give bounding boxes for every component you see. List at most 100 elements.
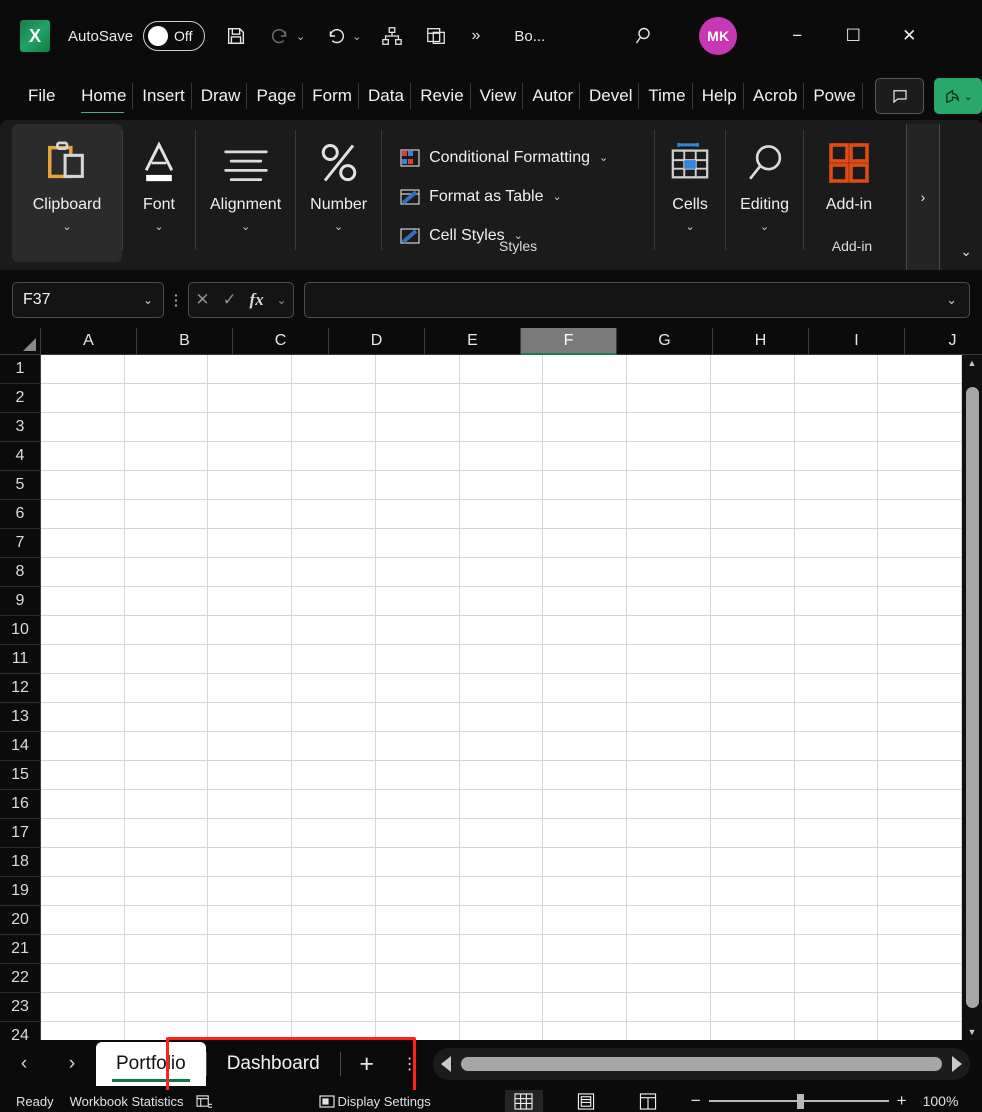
grid-cell[interactable] (292, 935, 376, 963)
grid-cell[interactable] (795, 674, 879, 702)
grid-cell[interactable] (41, 500, 125, 528)
grid-cell[interactable] (878, 906, 962, 934)
grid-cell[interactable] (711, 442, 795, 470)
tab-home[interactable]: Home (72, 79, 134, 113)
tab-review[interactable]: Revie (411, 79, 471, 113)
grid-cell[interactable] (627, 355, 711, 383)
row-header-10[interactable]: 10 (0, 616, 41, 645)
grid-cell[interactable] (125, 906, 209, 934)
tab-developer[interactable]: Devel (580, 79, 640, 113)
grid-cell[interactable] (41, 906, 125, 934)
ribbon-group-clipboard[interactable]: Clipboard ⌄ (12, 124, 122, 262)
row-header-19[interactable]: 19 (0, 877, 41, 906)
row-header-15[interactable]: 15 (0, 761, 41, 790)
tab-file[interactable]: File (0, 79, 72, 113)
grid-cell[interactable] (376, 877, 460, 905)
row-header-23[interactable]: 23 (0, 993, 41, 1022)
grid-cell[interactable] (627, 413, 711, 441)
grid-cell[interactable] (543, 384, 628, 412)
grid-cell[interactable] (543, 442, 628, 470)
grid-cell[interactable] (627, 674, 711, 702)
grid-cell[interactable] (125, 355, 209, 383)
minimize-button[interactable]: − (769, 16, 825, 56)
grid-cell[interactable] (795, 1022, 879, 1040)
grid-cell[interactable] (460, 674, 544, 702)
grid-cell[interactable] (376, 819, 460, 847)
grid-cell[interactable] (41, 355, 125, 383)
ribbon-group-cells[interactable]: Cells ⌄ (655, 124, 725, 262)
grid-cell[interactable] (795, 732, 879, 760)
grid-cell[interactable] (627, 761, 711, 789)
ribbon-group-editing[interactable]: Editing ⌄ (726, 124, 803, 262)
row-header-14[interactable]: 14 (0, 732, 41, 761)
undo-caret-icon[interactable]: ⌄ (352, 30, 361, 43)
grid-cell[interactable] (711, 877, 795, 905)
grid-cell[interactable] (711, 384, 795, 412)
grid-cell[interactable] (125, 471, 209, 499)
column-header-g[interactable]: G (617, 328, 713, 355)
grid-cell[interactable] (376, 587, 460, 615)
grid-cell[interactable] (711, 819, 795, 847)
column-header-i[interactable]: I (809, 328, 905, 355)
grid-cell[interactable] (376, 703, 460, 731)
tab-view[interactable]: View (471, 79, 524, 113)
grid-cell[interactable] (711, 993, 795, 1021)
grid-cell[interactable] (41, 819, 125, 847)
grid-cell[interactable] (543, 993, 628, 1021)
grid-cell[interactable] (292, 529, 376, 557)
grid-cell[interactable] (543, 877, 628, 905)
grid-cell[interactable] (878, 442, 962, 470)
grid-cell[interactable] (878, 529, 962, 557)
grid-cell[interactable] (795, 877, 879, 905)
grid-cell[interactable] (460, 442, 544, 470)
grid-cell[interactable] (292, 500, 376, 528)
grid-cell[interactable] (878, 964, 962, 992)
grid-cell[interactable] (460, 529, 544, 557)
row-header-17[interactable]: 17 (0, 819, 41, 848)
grid-cell[interactable] (41, 964, 125, 992)
conditional-formatting-button[interactable]: Conditional Formatting ⌄ (400, 138, 644, 177)
grid-cell[interactable] (878, 993, 962, 1021)
grid-cell[interactable] (460, 993, 544, 1021)
grid-cell[interactable] (795, 471, 879, 499)
grid-cell[interactable] (460, 384, 544, 412)
tab-help[interactable]: Help (693, 79, 745, 113)
grid-cell[interactable] (543, 616, 628, 644)
grid-cell[interactable] (125, 1022, 209, 1040)
grid-cell[interactable] (125, 442, 209, 470)
grid-cell[interactable] (41, 558, 125, 586)
grid-cell[interactable] (125, 935, 209, 963)
grid-cell[interactable] (711, 616, 795, 644)
tab-draw[interactable]: Draw (192, 79, 248, 113)
grid-cell[interactable] (795, 761, 879, 789)
tab-acrobat[interactable]: Acrob (744, 79, 805, 113)
grid-cell[interactable] (711, 761, 795, 789)
grid-cell[interactable] (460, 877, 544, 905)
page-layout-view-button[interactable] (567, 1090, 605, 1112)
grid-cell[interactable] (543, 761, 628, 789)
maximize-button[interactable]: ☐ (825, 16, 881, 56)
sheet-tab-dashboard[interactable]: Dashboard (207, 1042, 340, 1086)
redo-caret-icon[interactable]: ⌄ (296, 30, 305, 43)
add-sheet-button[interactable]: + (341, 1044, 393, 1084)
ribbon-group-addins[interactable]: Add-in Add-in (804, 124, 900, 262)
row-header-8[interactable]: 8 (0, 558, 41, 587)
grid-cell[interactable] (627, 384, 711, 412)
grid-cell[interactable] (376, 790, 460, 818)
grid-cell[interactable] (292, 877, 376, 905)
grid-cell[interactable] (543, 558, 628, 586)
grid-cell[interactable] (878, 645, 962, 673)
grid-cell[interactable] (208, 442, 293, 470)
grid-cell[interactable] (711, 674, 795, 702)
grid-cell[interactable] (460, 645, 544, 673)
column-header-b[interactable]: B (137, 328, 233, 355)
grid-cell[interactable] (543, 413, 628, 441)
grid-cell[interactable] (795, 703, 879, 731)
grid-cell[interactable] (376, 732, 460, 760)
grid-cell[interactable] (543, 674, 628, 702)
grid-cell[interactable] (878, 413, 962, 441)
tab-insert[interactable]: Insert (133, 79, 192, 113)
grid-cell[interactable] (627, 703, 711, 731)
grid-cell[interactable] (208, 500, 293, 528)
grid-cell[interactable] (711, 964, 795, 992)
